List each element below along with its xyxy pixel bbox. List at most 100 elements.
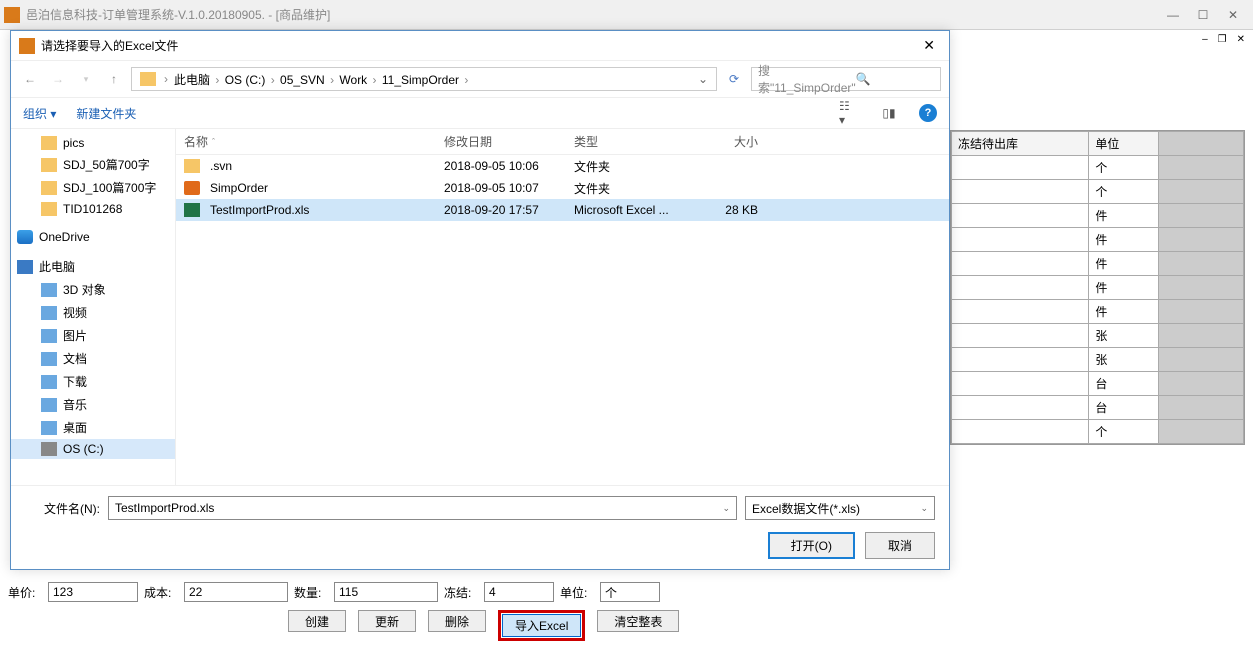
chevron-down-icon[interactable]: ⌄ (722, 503, 730, 514)
open-button[interactable]: 打开(O) (768, 532, 855, 559)
table-cell[interactable] (952, 396, 1089, 420)
col-name[interactable]: 名称ˆ (176, 133, 436, 150)
table-cell[interactable] (952, 204, 1089, 228)
breadcrumb-item[interactable]: 05_SVN (278, 73, 327, 87)
clear-table-button[interactable]: 清空整表 (597, 610, 679, 632)
file-rows[interactable]: .svn2018-09-05 10:06文件夹SimpOrder2018-09-… (176, 155, 949, 485)
organize-menu[interactable]: 组织 ▾ (23, 105, 56, 122)
tree-item[interactable]: 图片 (11, 324, 175, 347)
table-cell[interactable] (952, 156, 1089, 180)
table-cell[interactable]: 台 (1089, 372, 1159, 396)
filename-input[interactable]: TestImportProd.xls ⌄ (108, 496, 737, 520)
maximize-button[interactable]: ☐ (1197, 9, 1209, 21)
table-cell[interactable]: 个 (1089, 420, 1159, 444)
table-cell[interactable]: 台 (1089, 396, 1159, 420)
unit-input[interactable] (600, 582, 660, 602)
freeze-input[interactable] (484, 582, 554, 602)
tree-item[interactable]: pics (11, 133, 175, 153)
file-row[interactable]: SimpOrder2018-09-05 10:07文件夹 (176, 177, 949, 199)
forward-button[interactable]: → (47, 68, 69, 90)
folder-tree[interactable]: picsSDJ_50篇700字SDJ_100篇700字TID101268 OneD… (11, 129, 176, 485)
breadcrumb[interactable]: › 此电脑 › OS (C:) › 05_SVN › Work › 11_Sim… (131, 67, 717, 91)
table-cell[interactable]: 个 (1089, 156, 1159, 180)
disk-icon (41, 442, 57, 456)
search-input[interactable]: 搜索"11_SimpOrder" 🔍 (751, 67, 941, 91)
tree-item[interactable]: OneDrive (11, 227, 175, 247)
table-cell[interactable]: 件 (1089, 300, 1159, 324)
tree-item[interactable]: SDJ_50篇700字 (11, 153, 175, 176)
table-cell[interactable] (952, 348, 1089, 372)
table-cell[interactable] (952, 372, 1089, 396)
close-button[interactable]: ✕ (1227, 9, 1239, 21)
tree-item[interactable]: TID101268 (11, 199, 175, 219)
breadcrumb-item[interactable]: 11_SimpOrder (380, 73, 461, 87)
table-cell[interactable]: 张 (1089, 348, 1159, 372)
minimize-button[interactable]: — (1167, 9, 1179, 21)
col-type[interactable]: 类型 (566, 133, 686, 150)
table-cell[interactable]: 件 (1089, 204, 1159, 228)
preview-pane-button[interactable]: ▯▮ (879, 103, 899, 123)
chevron-down-icon[interactable]: ⌄ (920, 503, 928, 514)
table-cell[interactable]: 件 (1089, 276, 1159, 300)
tree-item[interactable]: 3D 对象 (11, 278, 175, 301)
mdi-restore-button[interactable]: ❐ (1218, 34, 1227, 45)
table-cell[interactable]: 件 (1089, 252, 1159, 276)
file-row[interactable]: .svn2018-09-05 10:06文件夹 (176, 155, 949, 177)
dialog-bottom: 文件名(N): TestImportProd.xls ⌄ Excel数据文件(*… (11, 485, 949, 569)
back-button[interactable]: ← (19, 68, 41, 90)
tree-item[interactable]: 下载 (11, 370, 175, 393)
table-cell[interactable] (952, 300, 1089, 324)
product-grid[interactable]: 冻结待出库 单位 个个件件件件件张张台台个 (950, 130, 1245, 445)
tree-item[interactable]: 文档 (11, 347, 175, 370)
delete-button[interactable]: 删除 (428, 610, 486, 632)
refresh-button[interactable]: ⟳ (723, 68, 745, 90)
new-folder-button[interactable]: 新建文件夹 (76, 105, 136, 122)
table-cell[interactable]: 个 (1089, 180, 1159, 204)
tree-item[interactable]: 桌面 (11, 416, 175, 439)
grid-filler (1159, 132, 1244, 156)
cancel-button[interactable]: 取消 (865, 532, 935, 559)
breadcrumb-item[interactable]: Work (337, 73, 369, 87)
table-cell[interactable] (952, 180, 1089, 204)
col-freeze-out[interactable]: 冻结待出库 (952, 132, 1089, 156)
mdi-close-button[interactable]: ✕ (1237, 34, 1245, 45)
table-cell[interactable] (952, 228, 1089, 252)
filetype-select[interactable]: Excel数据文件(*.xls) ⌄ (745, 496, 935, 520)
mdi-minimize-button[interactable]: – (1202, 34, 1208, 45)
table-cell[interactable] (952, 276, 1089, 300)
help-button[interactable]: ? (919, 104, 937, 122)
col-unit[interactable]: 单位 (1089, 132, 1159, 156)
tree-item[interactable]: SDJ_100篇700字 (11, 176, 175, 199)
breadcrumb-item[interactable]: OS (C:) (223, 73, 268, 87)
import-excel-button[interactable]: 导入Excel (502, 614, 581, 637)
table-cell[interactable] (952, 420, 1089, 444)
tree-item[interactable]: 音乐 (11, 393, 175, 416)
col-size[interactable]: 大小 (686, 133, 766, 150)
view-options-button[interactable]: ☷ ▾ (839, 103, 859, 123)
table-cell[interactable] (952, 324, 1089, 348)
cost-input[interactable] (184, 582, 288, 602)
breadcrumb-dropdown[interactable]: ⌄ (694, 72, 712, 86)
breadcrumb-item[interactable]: 此电脑 (172, 73, 212, 87)
tree-item[interactable]: OS (C:) (11, 439, 175, 459)
cost-label: 成本: (144, 584, 178, 601)
tree-item[interactable]: 此电脑 (11, 255, 175, 278)
update-button[interactable]: 更新 (358, 610, 416, 632)
table-cell[interactable]: 张 (1089, 324, 1159, 348)
import-highlight: 导入Excel (498, 610, 585, 641)
qty-input[interactable] (334, 582, 438, 602)
create-button[interactable]: 创建 (288, 610, 346, 632)
chevron-right-icon: › (327, 73, 338, 87)
file-type: 文件夹 (566, 180, 686, 197)
recent-button[interactable]: ▾ (75, 68, 97, 90)
up-button[interactable]: ↑ (103, 68, 125, 90)
tree-item[interactable]: 视频 (11, 301, 175, 324)
file-name: TestImportProd.xls (210, 203, 309, 217)
table-cell[interactable]: 件 (1089, 228, 1159, 252)
file-row[interactable]: TestImportProd.xls2018-09-20 17:57Micros… (176, 199, 949, 221)
table-cell[interactable] (952, 252, 1089, 276)
chevron-right-icon: › (267, 73, 278, 87)
dialog-close-button[interactable]: ✕ (917, 37, 941, 54)
price-input[interactable] (48, 582, 138, 602)
col-date[interactable]: 修改日期 (436, 133, 566, 150)
